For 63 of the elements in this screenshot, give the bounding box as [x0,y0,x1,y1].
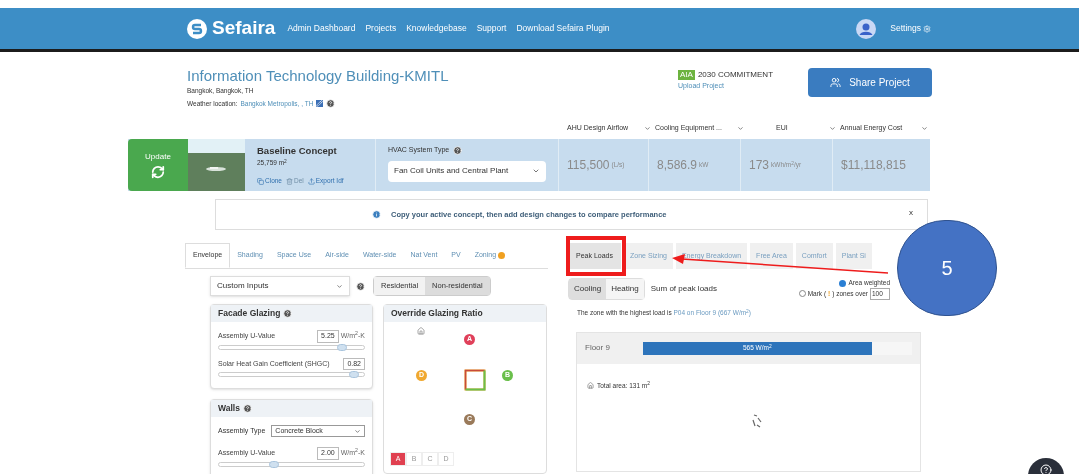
info-icon [372,210,381,219]
users-icon [830,77,842,88]
zone-glyph-drawing [752,413,762,428]
logo-icon [187,18,207,39]
warning-icon [498,252,506,259]
step-number: 5 [941,256,953,281]
slider-thumb[interactable] [337,343,348,351]
slider-track[interactable] [218,372,365,377]
caret-icon [532,167,540,175]
nav-link[interactable]: Projects [365,22,397,35]
project-title: Information Technology Building-KMITL [187,68,450,84]
settings-icon [923,24,931,33]
commitment-label: 2030 COMMITMENT [697,69,774,81]
edit-icon[interactable] [316,100,324,108]
caret-icon [829,124,836,132]
home-icon [587,382,594,390]
nav-link[interactable]: Admin Dashboard [287,22,356,35]
nav-link[interactable]: Download Sefaira Plugin [516,22,610,35]
share-project-button[interactable]: Share Project [808,68,932,97]
metric-value: 115,500 [567,157,610,174]
help-icon [356,281,365,291]
metric-value: 8,586.9 [657,157,698,174]
sum-label: Sum of peak loads [650,283,717,295]
area-weighted-checkbox[interactable] [839,279,847,287]
caret-icon [921,124,928,132]
slider-thumb[interactable] [269,460,280,468]
metric-value: 173 [749,157,770,174]
brand-name[interactable]: Sefaira [212,14,276,43]
panel-title: Walls [218,402,240,415]
avatar-icon[interactable] [856,18,877,39]
help-icon [326,99,336,109]
slider-track[interactable] [218,461,365,467]
inputs-select[interactable]: Custom Inputs [210,276,350,296]
caret-icon [644,124,651,132]
help-icon [453,145,463,155]
trash-icon [286,177,293,185]
nav-link[interactable]: Support [476,22,507,35]
help-icon [1040,464,1052,474]
panel-title: Override Glazing Ratio [391,307,483,320]
caret-icon [737,124,744,132]
load-toggle[interactable]: Heating [606,279,644,299]
slider-track[interactable] [218,344,365,350]
concept-name: Baseline Concept [257,144,338,158]
slider-thumb[interactable] [348,371,359,378]
floor-name: Floor 9 [585,342,611,355]
update-button[interactable]: Update [128,139,188,191]
metric-value: $11,118,815 [841,157,906,174]
hvac-select[interactable]: Fan Coil Units and Central Plant [388,160,546,182]
upload-icon [307,177,315,185]
help-icon [242,404,252,413]
panel-title: Facade Glazing [218,307,281,320]
aia-badge: AIA [678,70,695,80]
refresh-icon [151,165,165,179]
building-footprint-drawing [464,369,486,391]
help-icon [283,309,293,318]
nav-link[interactable]: Knowledgebase [406,22,467,35]
caret-icon [354,427,361,435]
highlight-frame [566,236,626,276]
load-toggle[interactable]: Cooling [569,279,607,299]
caret-icon [336,282,343,290]
settings-link[interactable]: Settings [890,22,931,35]
close-button[interactable]: x [909,208,913,217]
copy-icon [257,177,264,185]
